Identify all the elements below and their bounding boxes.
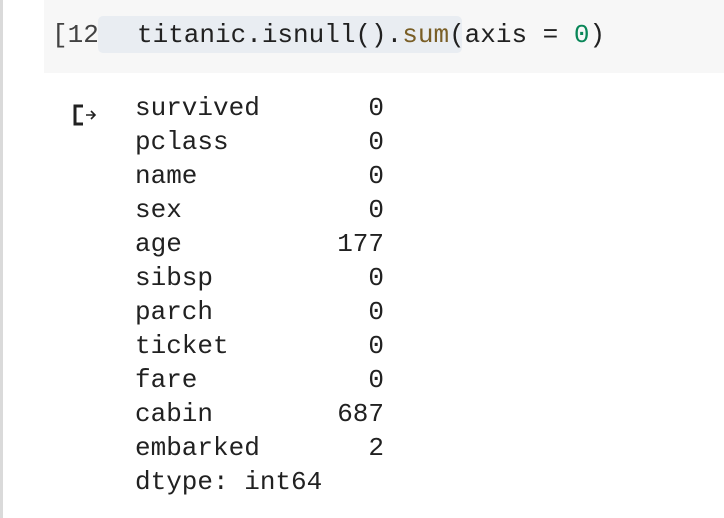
column-name: sex (135, 195, 182, 225)
output-area: survived 0 pclass 0 name 0 sex 0 age 177 sibsp 0 par… (135, 91, 384, 499)
code-close: ) (589, 20, 606, 50)
column-name: fare (135, 365, 198, 395)
null-count: 0 (368, 195, 384, 225)
output-row: cabin 687 (135, 397, 384, 431)
output-row: fare 0 (135, 363, 384, 397)
output-row: name 0 (135, 159, 384, 193)
code-args: (axis = (449, 20, 574, 50)
null-count: 0 (368, 161, 384, 191)
output-row: sibsp 0 (135, 261, 384, 295)
output-row: pclass 0 (135, 125, 384, 159)
column-name: name (135, 161, 198, 191)
dtype-label: dtype: int64 (135, 467, 323, 497)
output-row: ticket 0 (135, 329, 384, 363)
output-row: age 177 (135, 227, 384, 261)
column-name: cabin (135, 399, 214, 429)
code-object: titanic.isnull(). (137, 20, 403, 50)
null-count: 0 (368, 365, 384, 395)
column-name: age (135, 229, 182, 259)
code-number: 0 (573, 20, 590, 50)
null-count: 177 (337, 229, 384, 259)
null-count: 687 (337, 399, 384, 429)
null-count: 2 (368, 433, 384, 463)
output-arrow-icon[interactable] (72, 104, 98, 126)
column-name: sibsp (135, 263, 214, 293)
null-count: 0 (368, 331, 384, 361)
column-name: ticket (135, 331, 229, 361)
column-name: pclass (135, 127, 229, 157)
column-name: embarked (135, 433, 260, 463)
output-row: embarked 2 (135, 431, 384, 465)
output-row: sex 0 (135, 193, 384, 227)
output-row: parch 0 (135, 295, 384, 329)
column-name: survived (135, 93, 260, 123)
null-count: 0 (368, 263, 384, 293)
null-count: 0 (368, 297, 384, 327)
cell-left-border (0, 0, 3, 518)
code-editor[interactable]: titanic.isnull().sum(axis = 0) (137, 20, 605, 50)
column-name: parch (135, 297, 214, 327)
code-function: sum (402, 20, 450, 50)
null-count: 0 (368, 93, 384, 123)
output-row: survived 0 (135, 91, 384, 125)
null-count: 0 (368, 127, 384, 157)
